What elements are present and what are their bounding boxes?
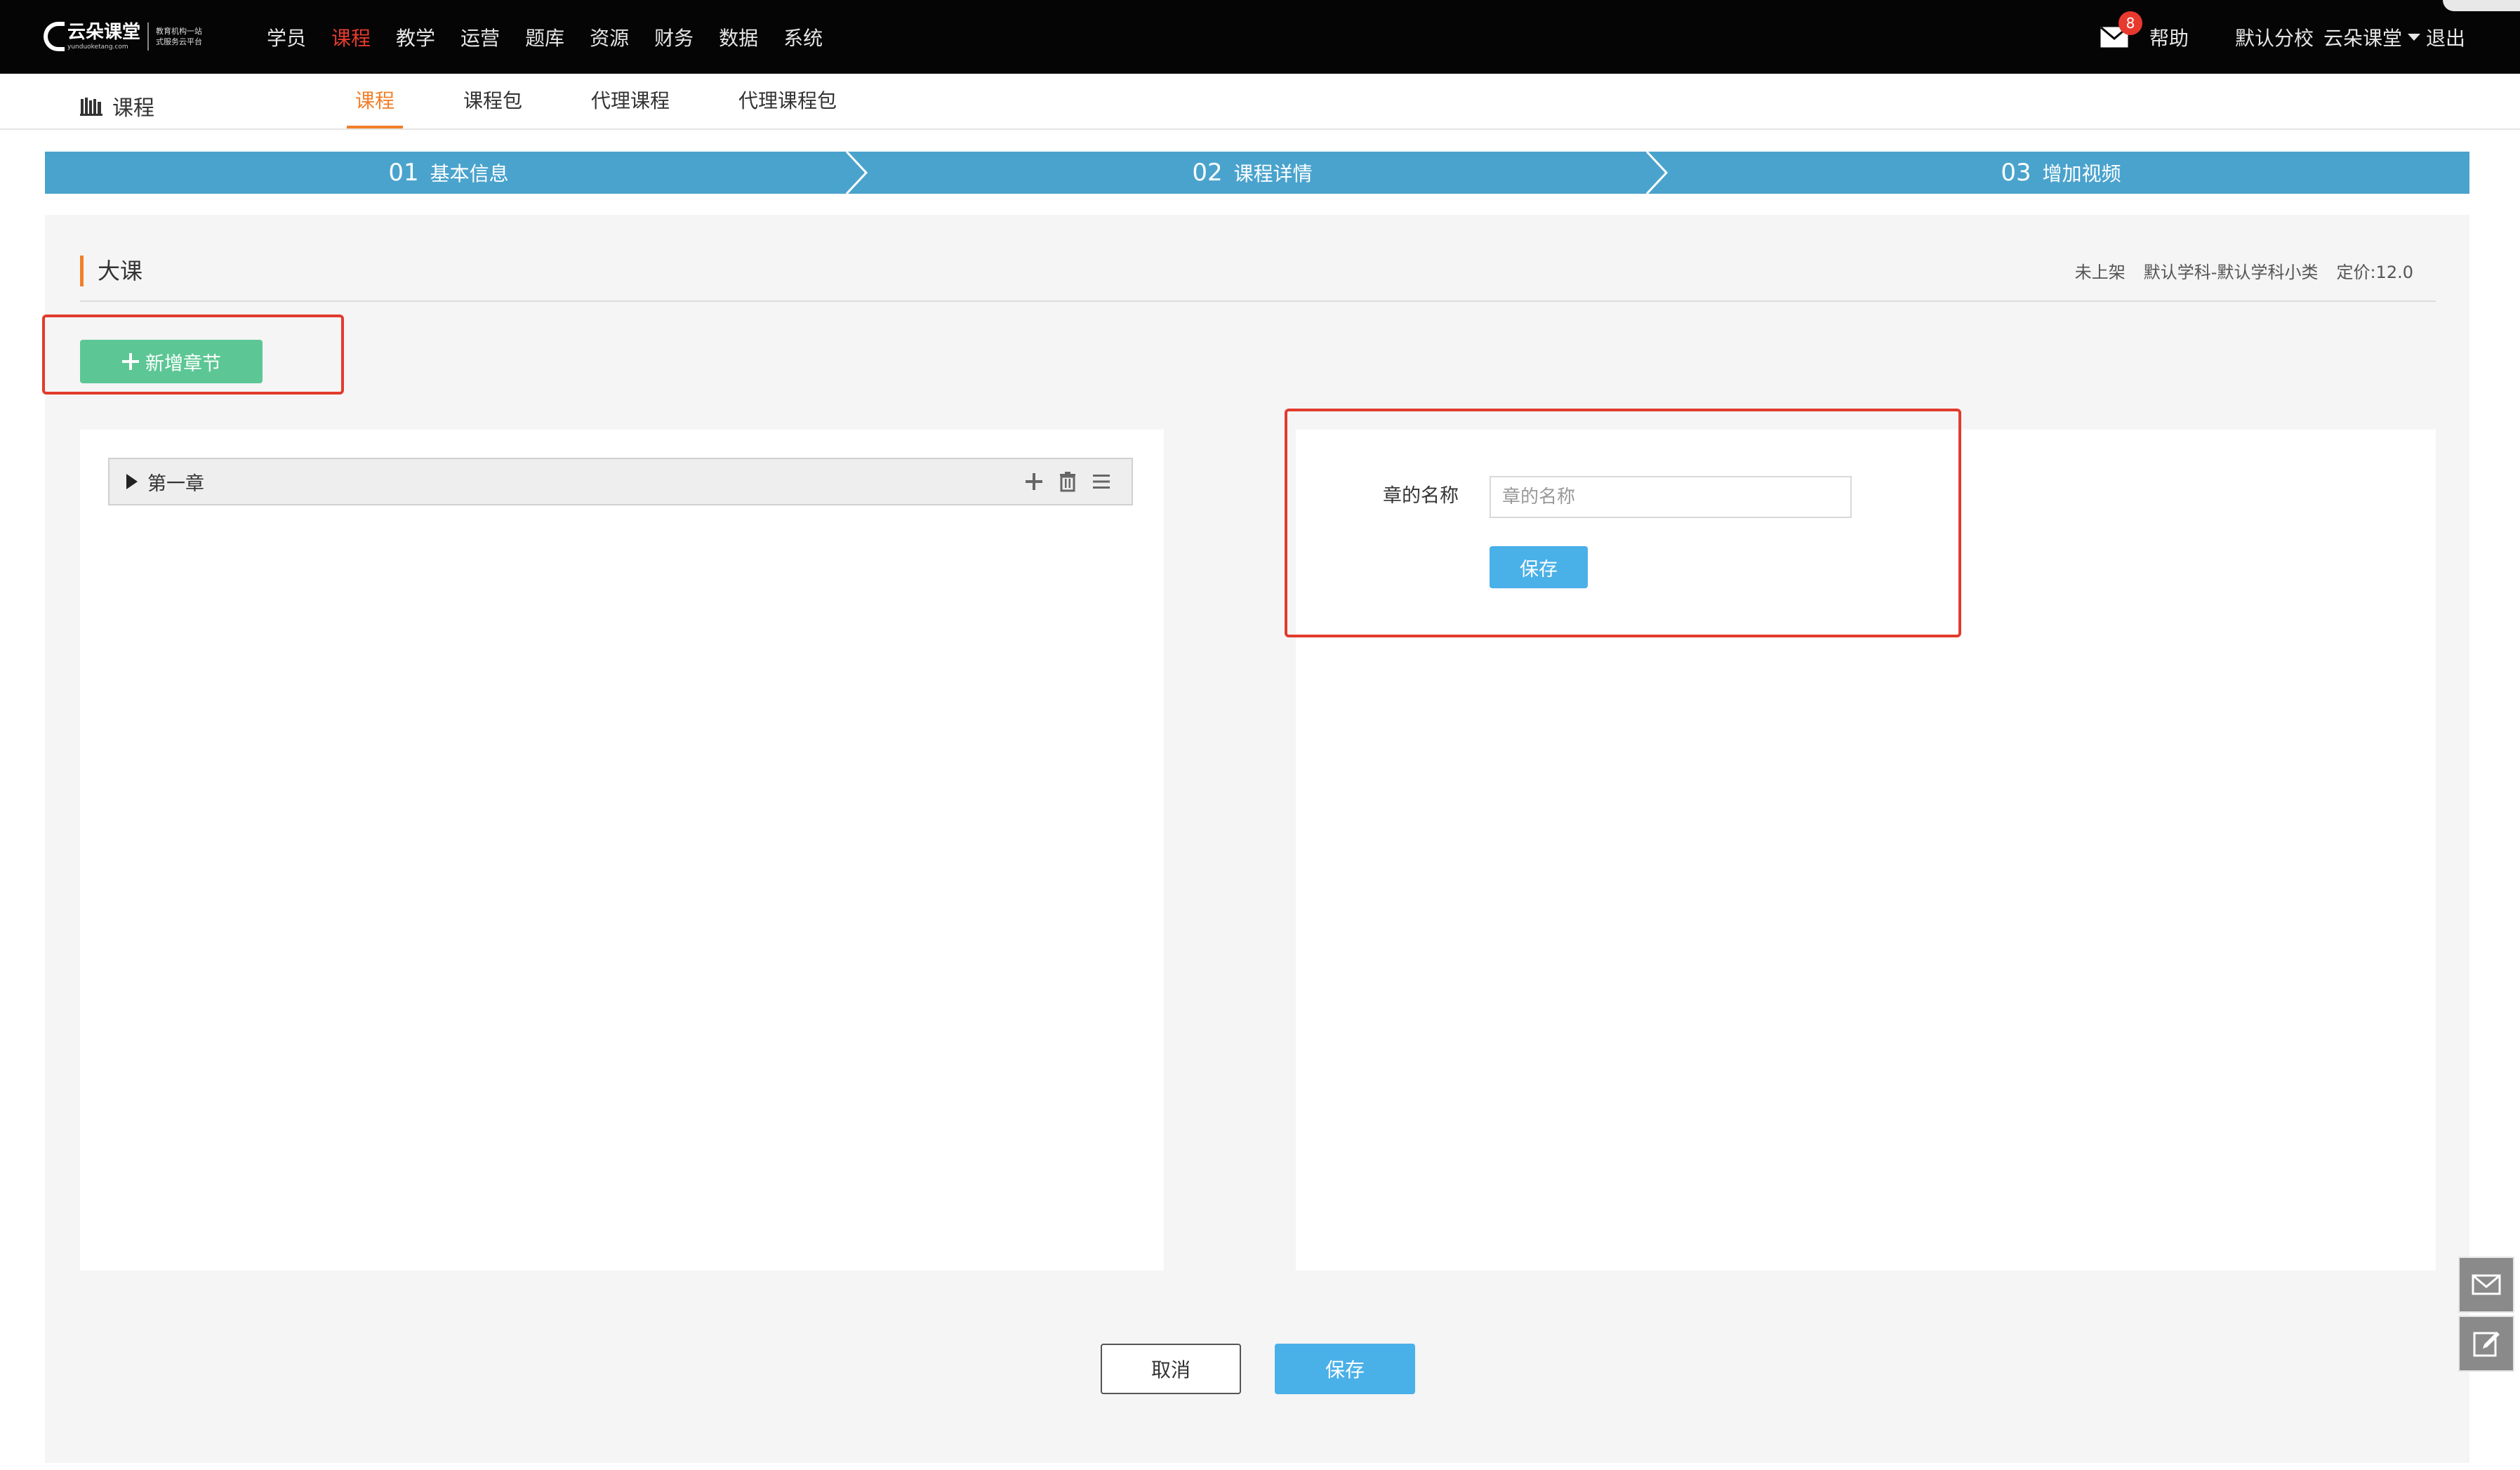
nav-item-question-bank[interactable]: 题库 [525,23,564,51]
course-status: 未上架 [2074,263,2126,282]
chapter-editor-panel: 大课 未上架 默认学科-默认学科小类 定价:12.0 新增章节 第一章 [42,215,2469,1463]
nav-item-resources[interactable]: 资源 [590,23,629,51]
nav-item-operations[interactable]: 运营 [460,23,500,51]
window-corner [2443,0,2520,11]
progress-steps: 01 基本信息 02 课程详情 03 增加视频 [45,152,2469,194]
section-title: 课程 [80,91,154,121]
nav-item-data[interactable]: 数据 [719,23,758,51]
logo-divider [147,22,150,51]
user-menu[interactable]: 云朵课堂 [2323,23,2426,51]
chapter-name-input[interactable] [1490,476,1852,518]
logout-link[interactable]: 退出 [2426,23,2465,51]
caret-down-icon [2407,33,2420,41]
chapter-save-button[interactable]: 保存 [1490,546,1588,588]
chapter-name-label: 章的名称 [1383,485,1459,507]
subnav-tabs: 课程 课程包 代理课程 代理课程包 [347,74,897,128]
expand-arrow-icon[interactable] [126,474,138,489]
course-meta: 未上架 默认学科-默认学科小类 定价:12.0 [2057,258,2413,283]
secondary-nav: 课程 课程 课程包 代理课程 代理课程包 [0,74,2520,130]
save-button[interactable]: 保存 [1275,1344,1415,1394]
course-price: 定价:12.0 [2336,263,2413,282]
add-chapter-label: 新增章节 [145,352,221,375]
step-number: 03 [2001,159,2031,187]
logo-slogan-line2: 式服务云平台 [156,37,203,46]
divider [80,300,2436,302]
cancel-button[interactable]: 取消 [1101,1344,1241,1394]
help-link[interactable]: 帮助 [2149,23,2189,51]
tab-agent-courses[interactable]: 代理课程 [583,74,678,128]
step-number: 01 [388,159,419,187]
nav-item-teaching[interactable]: 教学 [396,23,435,51]
step-course-details[interactable]: 02 课程详情 [852,152,1652,194]
step-basic-info[interactable]: 01 基本信息 [45,152,852,194]
course-title: 大课 [80,256,142,286]
floating-message-button[interactable] [2458,1257,2514,1313]
course-category: 默认学科-默认学科小类 [2143,263,2319,282]
branch-name: 默认分校 [2234,26,2314,50]
messages-button[interactable]: 8 [2100,11,2142,48]
tab-agent-course-packages[interactable]: 代理课程包 [730,74,845,128]
logo-name: 云朵课堂 [67,21,141,43]
step-label: 增加视频 [2042,162,2121,185]
highlight-box-chapter-form [1285,409,1961,637]
edit-icon [2473,1332,2500,1357]
step-label: 课程详情 [1233,162,1313,185]
logo-slogan-line1: 教育机构一站 [156,26,203,36]
plus-icon [122,353,139,370]
add-chapter-button[interactable]: 新增章节 [80,340,263,383]
nav-item-courses[interactable]: 课程 [331,23,371,51]
trash-icon[interactable] [1057,471,1078,492]
step-label: 基本信息 [430,162,509,185]
section-title-text: 课程 [112,96,154,121]
book-icon [80,98,102,116]
logo-url: yunduoketang.com [67,43,128,51]
main-nav: 学员 课程 教学 运营 题库 资源 财务 数据 系统 [267,0,848,74]
user-name: 云朵课堂 [2323,26,2402,50]
chapter-name: 第一章 [147,472,204,495]
cloud-logo-icon [44,22,65,51]
chapter-list-panel: 第一章 [80,430,1164,1271]
unread-badge: 8 [2118,11,2142,35]
topbar-user-area: 8 帮助 默认分校 云朵课堂 退出 [2100,0,2465,74]
step-number: 02 [1192,159,1223,187]
tab-course-packages[interactable]: 课程包 [455,74,531,128]
add-section-icon[interactable] [1023,471,1045,492]
nav-item-system[interactable]: 系统 [783,23,823,51]
floating-edit-button[interactable] [2458,1316,2514,1372]
menu-icon[interactable] [1091,471,1112,492]
nav-item-finance[interactable]: 财务 [654,23,694,51]
logo[interactable]: 云朵课堂 yunduoketang.com 教育机构一站 式服务云平台 [44,15,205,58]
tab-courses[interactable]: 课程 [347,74,404,128]
nav-item-students[interactable]: 学员 [267,23,306,51]
mail-icon [2472,1274,2501,1295]
chapter-row[interactable]: 第一章 [108,458,1133,505]
top-navigation-bar: 云朵课堂 yunduoketang.com 教育机构一站 式服务云平台 学员 课… [0,0,2520,74]
step-add-video[interactable]: 03 增加视频 [1652,152,2469,194]
